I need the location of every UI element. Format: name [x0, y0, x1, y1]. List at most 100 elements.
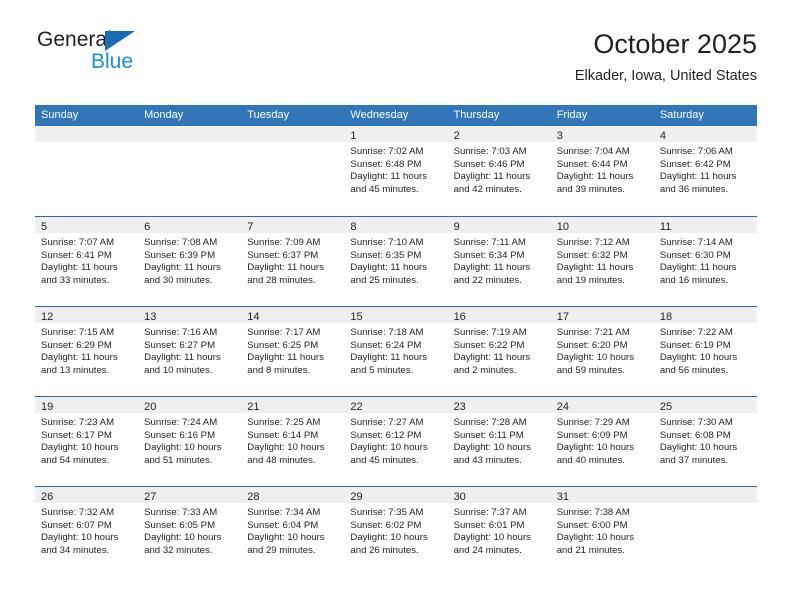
sunrise-time: Sunrise: 7:14 AM: [659, 237, 733, 248]
day-details: Sunrise: 7:16 AM Sunset: 6:27 PM Daylight:…: [138, 323, 242, 395]
calendar-day-cell[interactable]: 17 Sunrise: 7:21 AM Sunset: 6:20 PM Dayligh…: [550, 307, 654, 396]
day-details: Sunrise: 7:25 AM Sunset: 6:14 PM Daylight:…: [241, 413, 345, 485]
day-number-band: 17: [550, 307, 654, 323]
day-details: Sunrise: 7:22 AM Sunset: 6:19 PM Daylight:…: [653, 323, 757, 395]
daylight-duration-line2: and 39 minutes.: [556, 183, 625, 195]
day-number-band: 13: [138, 307, 242, 323]
daylight-duration-line2: and 30 minutes.: [144, 274, 213, 286]
day-number-band: 14: [241, 307, 345, 323]
daylight-duration-line1: Daylight: 10 hours: [453, 442, 531, 454]
daylight-duration-line2: and 42 minutes.: [453, 183, 522, 195]
daylight-duration-line2: and 13 minutes.: [41, 364, 110, 376]
calendar-day-cell-empty: [138, 126, 242, 216]
calendar-day-cell[interactable]: 24 Sunrise: 7:29 AM Sunset: 6:09 PM Dayligh…: [550, 397, 654, 486]
daylight-duration-line1: Daylight: 11 hours: [41, 352, 118, 364]
calendar-day-cell[interactable]: 25 Sunrise: 7:30 AM Sunset: 6:08 PM Dayligh…: [653, 397, 757, 486]
day-number-band: 8: [344, 217, 448, 233]
logo-text-blue: Blue: [91, 50, 134, 73]
calendar-day-cell[interactable]: 13 Sunrise: 7:16 AM Sunset: 6:27 PM Dayligh…: [138, 307, 242, 396]
daylight-duration-line2: and 19 minutes.: [556, 274, 625, 286]
calendar-day-cell[interactable]: 14 Sunrise: 7:17 AM Sunset: 6:25 PM Dayligh…: [241, 307, 345, 396]
daylight-duration-line1: Daylight: 11 hours: [247, 262, 324, 274]
day-number-band: 25: [653, 397, 757, 413]
sunrise-time: Sunrise: 7:37 AM: [453, 507, 527, 518]
calendar-page: General Blue October 2025 Elkader, Iowa,…: [0, 0, 792, 612]
day-number: 31: [556, 491, 569, 503]
calendar-day-cell[interactable]: 31 Sunrise: 7:38 AM Sunset: 6:00 PM Dayligh…: [550, 487, 654, 576]
day-details: Sunrise: 7:38 AM Sunset: 6:00 PM Daylight:…: [550, 503, 654, 575]
sunset-time: Sunset: 6:41 PM: [41, 249, 112, 261]
calendar-day-cell[interactable]: 3 Sunrise: 7:04 AM Sunset: 6:44 PM Daylight…: [550, 126, 654, 216]
day-number: 9: [453, 221, 460, 233]
daylight-duration-line1: Daylight: 10 hours: [453, 532, 531, 544]
calendar-day-cell[interactable]: 30 Sunrise: 7:37 AM Sunset: 6:01 PM Dayligh…: [447, 487, 551, 576]
calendar-day-cell[interactable]: 23 Sunrise: 7:28 AM Sunset: 6:11 PM Dayligh…: [447, 397, 551, 486]
calendar-day-cell[interactable]: 12 Sunrise: 7:15 AM Sunset: 6:29 PM Dayligh…: [35, 307, 139, 396]
calendar-day-cell[interactable]: 11 Sunrise: 7:14 AM Sunset: 6:30 PM Dayligh…: [653, 217, 757, 306]
calendar-day-cell[interactable]: 1 Sunrise: 7:02 AM Sunset: 6:48 PM Daylight…: [344, 126, 448, 216]
daylight-duration-line1: Daylight: 11 hours: [556, 171, 634, 183]
daylight-duration-line2: and 29 minutes.: [247, 544, 316, 556]
day-number: 11: [659, 221, 672, 233]
day-number-band: 22: [344, 397, 448, 413]
calendar-day-cell[interactable]: 16 Sunrise: 7:19 AM Sunset: 6:22 PM Dayligh…: [447, 307, 551, 396]
daylight-duration-line2: and 36 minutes.: [659, 183, 729, 195]
daylight-duration-line2: and 33 minutes.: [41, 274, 110, 286]
calendar-day-cell[interactable]: 9 Sunrise: 7:11 AM Sunset: 6:34 PM Daylight…: [447, 217, 551, 306]
calendar-day-cell[interactable]: 6 Sunrise: 7:08 AM Sunset: 6:39 PM Daylight…: [138, 217, 242, 306]
sunrise-time: Sunrise: 7:04 AM: [556, 146, 630, 157]
sunrise-time: Sunrise: 7:18 AM: [350, 327, 424, 338]
day-number-band: 23: [447, 397, 551, 413]
calendar-day-cell[interactable]: 2 Sunrise: 7:03 AM Sunset: 6:46 PM Daylight…: [447, 126, 551, 216]
calendar-day-cell[interactable]: 27 Sunrise: 7:33 AM Sunset: 6:05 PM Dayligh…: [138, 487, 242, 576]
calendar-day-cell[interactable]: 21 Sunrise: 7:25 AM Sunset: 6:14 PM Dayligh…: [241, 397, 345, 486]
calendar-day-cell[interactable]: 19 Sunrise: 7:23 AM Sunset: 6:17 PM Dayligh…: [35, 397, 139, 486]
sunrise-time: Sunrise: 7:35 AM: [350, 507, 424, 518]
calendar-day-cell[interactable]: 4 Sunrise: 7:06 AM Sunset: 6:42 PM Daylight…: [653, 126, 757, 216]
day-details: Sunrise: 7:19 AM Sunset: 6:22 PM Daylight:…: [447, 323, 551, 395]
day-number-band: 2: [447, 126, 551, 142]
calendar-day-cell[interactable]: 15 Sunrise: 7:18 AM Sunset: 6:24 PM Dayligh…: [344, 307, 448, 396]
sunset-time: Sunset: 6:08 PM: [659, 429, 731, 441]
general-blue-logo[interactable]: General Blue: [35, 28, 275, 86]
day-details: [653, 503, 757, 575]
day-number: 17: [556, 311, 569, 323]
daylight-duration-line2: and 56 minutes.: [659, 364, 729, 376]
day-details: Sunrise: 7:35 AM Sunset: 6:02 PM Daylight:…: [344, 503, 448, 575]
weekday-header-tuesday: Tuesday: [247, 109, 290, 121]
day-number: 3: [556, 130, 563, 142]
day-number-band: 26: [35, 487, 139, 503]
sunset-time: Sunset: 6:16 PM: [144, 429, 216, 441]
sunrise-time: Sunrise: 7:25 AM: [247, 417, 321, 428]
day-number-band: 5: [35, 217, 139, 233]
calendar-day-cell[interactable]: 5 Sunrise: 7:07 AM Sunset: 6:41 PM Daylight…: [35, 217, 139, 306]
day-details: Sunrise: 7:29 AM Sunset: 6:09 PM Daylight:…: [550, 413, 654, 485]
calendar-day-cell[interactable]: 20 Sunrise: 7:24 AM Sunset: 6:16 PM Dayligh…: [138, 397, 242, 486]
day-number: 2: [453, 130, 460, 142]
calendar-day-cell[interactable]: 8 Sunrise: 7:10 AM Sunset: 6:35 PM Daylight…: [344, 217, 448, 306]
day-number: 7: [247, 221, 254, 233]
calendar-day-cell[interactable]: 26 Sunrise: 7:32 AM Sunset: 6:07 PM Dayligh…: [35, 487, 139, 576]
daylight-duration-line1: Daylight: 10 hours: [41, 442, 119, 454]
calendar-day-cell[interactable]: 18 Sunrise: 7:22 AM Sunset: 6:19 PM Dayligh…: [653, 307, 757, 396]
calendar-day-cell[interactable]: 7 Sunrise: 7:09 AM Sunset: 6:37 PM Daylight…: [241, 217, 345, 306]
daylight-duration-line1: Daylight: 10 hours: [41, 532, 119, 544]
day-number-band: 30: [447, 487, 551, 503]
day-number: 4: [659, 130, 666, 142]
daylight-duration-line1: Daylight: 11 hours: [659, 262, 737, 274]
day-details: Sunrise: 7:10 AM Sunset: 6:35 PM Daylight:…: [344, 233, 448, 305]
calendar-day-cell[interactable]: 10 Sunrise: 7:12 AM Sunset: 6:32 PM Dayligh…: [550, 217, 654, 306]
day-number-band: 16: [447, 307, 551, 323]
page-title: October 2025: [593, 29, 757, 59]
calendar-day-cell[interactable]: 29 Sunrise: 7:35 AM Sunset: 6:02 PM Dayligh…: [344, 487, 448, 576]
sunset-time: Sunset: 6:05 PM: [144, 519, 216, 531]
day-number: 10: [556, 221, 569, 233]
day-number-band: 21: [241, 397, 345, 413]
daylight-duration-line2: and 54 minutes.: [41, 454, 110, 466]
sunrise-time: Sunrise: 7:02 AM: [350, 146, 424, 157]
calendar-day-cell[interactable]: 28 Sunrise: 7:34 AM Sunset: 6:04 PM Dayligh…: [241, 487, 345, 576]
sunrise-time: Sunrise: 7:10 AM: [350, 237, 424, 248]
calendar-day-cell[interactable]: 22 Sunrise: 7:27 AM Sunset: 6:12 PM Dayligh…: [344, 397, 448, 486]
day-number-band: 7: [241, 217, 345, 233]
sunset-time: Sunset: 6:32 PM: [556, 249, 628, 261]
